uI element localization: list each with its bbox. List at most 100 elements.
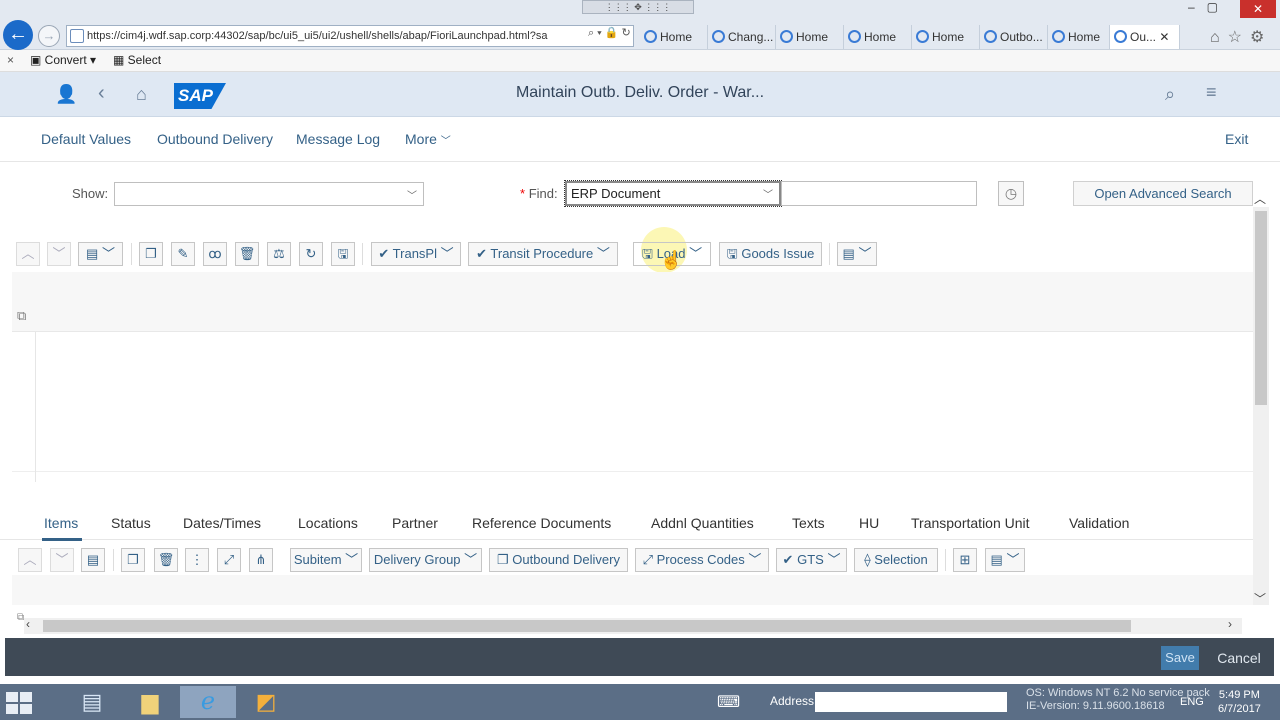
outbound-delivery-button[interactable]: ❐ Outbound Delivery — [489, 548, 628, 572]
vertical-scroll-thumb[interactable] — [1255, 211, 1267, 405]
layout-menu-button[interactable]: ▤ ﹀ — [78, 242, 123, 266]
history-icon[interactable]: ◷ — [998, 181, 1024, 206]
print-menu-button[interactable]: ▤ ﹀ — [837, 242, 877, 266]
tab-status[interactable]: Status — [111, 515, 151, 531]
tab-items[interactable]: Items — [44, 515, 78, 531]
move-up-icon[interactable]: ︿ — [16, 242, 40, 266]
tab-validation[interactable]: Validation — [1069, 515, 1129, 531]
scroll-right-icon[interactable]: › — [1228, 617, 1232, 631]
ie-icon — [1052, 30, 1065, 43]
toolbar-grip[interactable]: ⋮⋮⋮ ✥ ⋮⋮⋮ — [582, 0, 694, 14]
tab-transportation-unit[interactable]: Transportation Unit — [911, 515, 1030, 531]
find-input[interactable] — [781, 181, 977, 206]
header-table — [12, 332, 1253, 472]
refresh-icon[interactable]: ↻ — [299, 242, 323, 266]
browser-tab[interactable]: Chang... — [708, 25, 776, 49]
clock[interactable]: 5:49 PM 6/7/2017 — [1218, 688, 1261, 716]
process-codes-menu-button[interactable]: ⤢ Process Codes ﹀ — [635, 548, 769, 572]
default-values-link[interactable]: Default Values — [41, 131, 131, 147]
ie-taskbar-icon[interactable]: ℯ — [180, 686, 236, 718]
select-button[interactable]: ▦ Select — [113, 50, 161, 71]
tab-reference-documents[interactable]: Reference Documents — [472, 515, 611, 531]
windows-start-icon[interactable] — [6, 692, 34, 714]
divider — [131, 243, 132, 265]
computer-taskbar-icon[interactable]: ▤ — [64, 686, 120, 718]
display-icon[interactable]: ꝏ — [203, 242, 227, 266]
tab-addnl-quantities[interactable]: Addnl Quantities — [651, 515, 754, 531]
back-icon[interactable]: ← — [3, 20, 33, 50]
scroll-down-icon[interactable]: ﹀ — [1254, 590, 1266, 607]
message-log-link[interactable]: Message Log — [296, 131, 380, 147]
explorer-taskbar-icon[interactable]: ▆ — [122, 686, 178, 718]
scroll-up-icon[interactable]: ︿ — [1254, 190, 1266, 207]
exit-link[interactable]: Exit — [1225, 131, 1248, 147]
check-icon[interactable]: ⚖ — [267, 242, 291, 266]
horizontal-scroll-thumb[interactable] — [43, 620, 1131, 632]
language-indicator[interactable]: ENG — [1180, 696, 1204, 708]
close-window-button[interactable]: ✕ — [1240, 0, 1276, 18]
close-tab-icon[interactable]: ✕ — [1159, 30, 1169, 44]
ie-icon — [780, 30, 793, 43]
search-icon[interactable]: ⌕ — [1165, 84, 1175, 105]
keyboard-icon[interactable]: ⌨ — [717, 692, 740, 712]
item-move-up-icon[interactable]: ︿ — [18, 548, 42, 572]
home-icon[interactable]: ⌂ — [1210, 29, 1228, 46]
subitem-menu-button[interactable]: Subitem ﹀ — [290, 548, 362, 572]
hierarchy-icon[interactable]: ⊞ — [953, 548, 977, 572]
expand-icon[interactable]: ⤢ — [217, 548, 241, 572]
tab-locations[interactable]: Locations — [298, 515, 358, 531]
favorites-icon[interactable]: ☆ — [1228, 29, 1250, 46]
menu-icon[interactable]: ≡ — [1206, 82, 1217, 103]
tab-texts[interactable]: Texts — [792, 515, 825, 531]
item-split-icon[interactable]: ⋮ — [185, 548, 209, 572]
close-commandbar-icon[interactable]: × — [7, 50, 14, 71]
item-layout-icon[interactable]: ▤ — [81, 548, 105, 572]
item-copy-icon[interactable]: ❐ — [121, 548, 145, 572]
item-delete-icon[interactable]: 🗑 — [154, 548, 178, 572]
delivery-group-menu-button[interactable]: Delivery Group ﹀ — [369, 548, 482, 572]
transpl-menu-button[interactable]: ✔ TransPl ﹀ — [371, 242, 461, 266]
selection-button[interactable]: ⟠ Selection — [854, 548, 938, 572]
settings-icon[interactable]: ⚙ — [1250, 29, 1272, 46]
browser-tab[interactable]: Home — [640, 25, 708, 49]
app-taskbar-icon[interactable]: ◩ — [238, 686, 294, 718]
address-tools[interactable]: ⌕▾🔒↻ — [588, 26, 634, 40]
tab-hu[interactable]: HU — [859, 515, 879, 531]
cancel-button[interactable]: Cancel — [1213, 646, 1265, 670]
transit-procedure-menu-button[interactable]: ✔ Transit Procedure ﹀ — [468, 242, 618, 266]
save-icon[interactable]: 🖫 — [331, 242, 355, 266]
more-menu[interactable]: More ﹀ — [405, 131, 451, 147]
browser-tab-active[interactable]: Ou... ✕ — [1110, 25, 1180, 49]
edit-icon[interactable]: ✎ — [171, 242, 195, 266]
tab-partner[interactable]: Partner — [392, 515, 438, 531]
item-print-menu-button[interactable]: ▤ ﹀ — [985, 548, 1025, 572]
copy-icon[interactable]: ❐ — [139, 242, 163, 266]
taskbar-address-input[interactable] — [815, 692, 1007, 712]
gts-menu-button[interactable]: ✔ GTS ﹀ — [776, 548, 847, 572]
move-down-icon[interactable]: ﹀ — [47, 242, 71, 266]
load-icon: 🖫 — [641, 246, 653, 261]
goods-issue-button[interactable]: 🖫 Goods Issue — [719, 242, 822, 266]
item-tree-icon[interactable]: ⋔ — [249, 548, 273, 572]
browser-tab[interactable]: Outbo... — [980, 25, 1048, 49]
ie-icon — [644, 30, 657, 43]
save-button[interactable]: Save — [1161, 646, 1199, 670]
tab-dates-times[interactable]: Dates/Times — [183, 515, 261, 531]
browser-tab[interactable]: Home — [776, 25, 844, 49]
outbound-delivery-link[interactable]: Outbound Delivery — [157, 131, 273, 147]
ie-toolbar-icons[interactable]: ⌂☆⚙ — [1210, 27, 1272, 47]
open-advanced-search-button[interactable]: Open Advanced Search — [1073, 181, 1253, 206]
scroll-left-icon[interactable]: ‹ — [26, 617, 30, 631]
item-move-down-icon[interactable]: ﹀ — [50, 548, 74, 572]
column-settings-icon[interactable]: ⧉ — [17, 308, 26, 324]
forward-icon[interactable]: → — [38, 25, 60, 47]
delete-icon[interactable]: 🗑 — [235, 242, 259, 266]
browser-tab[interactable]: Home — [844, 25, 912, 49]
address-bar[interactable]: https://cim4j.wdf.sap.corp:44302/sap/bc/… — [66, 25, 634, 47]
browser-tab[interactable]: Home — [1048, 25, 1110, 49]
window-controls[interactable]: –▢ — [1188, 0, 1230, 14]
browser-tab[interactable]: Home — [912, 25, 980, 49]
find-select[interactable]: ERP Document ﹀ — [564, 180, 782, 207]
convert-button[interactable]: ▣ Convert ▾ — [30, 50, 96, 71]
show-select[interactable]: ﹀ — [114, 182, 424, 206]
